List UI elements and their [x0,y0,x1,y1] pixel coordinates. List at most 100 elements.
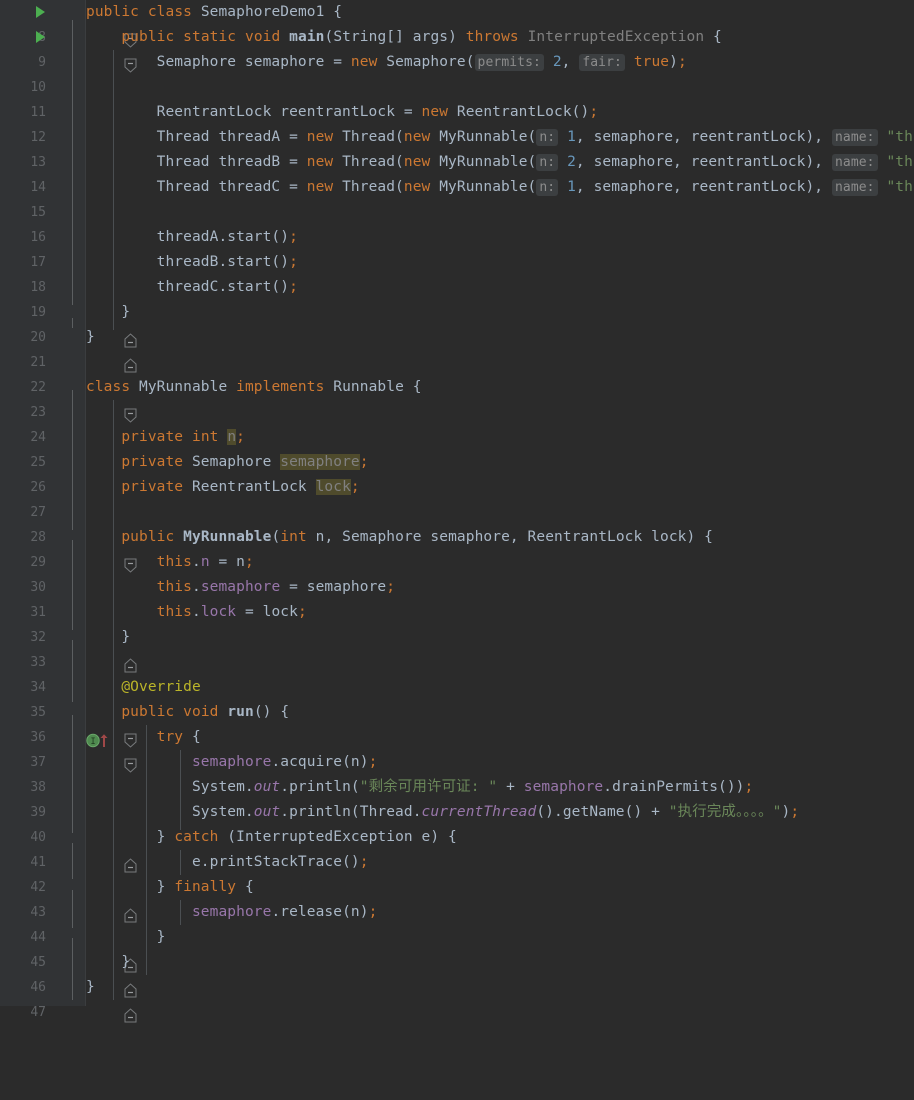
fold-connector-line [72,540,73,630]
code-line-row[interactable]: 15 Thread threadC = new Thread(new MyRun… [0,175,914,220]
inlay-hint-name: name: [831,154,878,171]
code-text[interactable] [86,75,914,100]
fold-connector-line [72,20,73,305]
code-text[interactable]: class MyRunnable implements Runnable { [86,375,914,400]
code-line-row[interactable]: 19 threadC.start(); [0,275,914,320]
code-text[interactable]: Thread threadA = new Thread(new MyRunnab… [86,125,914,150]
code-text[interactable]: } [86,925,914,950]
code-text[interactable]: this.semaphore = semaphore; [86,575,914,600]
code-text[interactable]: } finally { [86,875,914,900]
code-line-row[interactable]: 21 } [0,325,914,373]
code-line-row[interactable]: 47 } [0,975,914,1023]
highlighted-field-n[interactable]: n [227,429,237,445]
code-line-row[interactable]: 37 try { [0,725,914,773]
code-text[interactable]: ReentrantLock reentrantLock = new Reentr… [86,100,914,125]
code-line-row[interactable]: 33 } [0,625,914,673]
code-text[interactable]: try { [86,725,914,750]
code-text[interactable]: e.printStackTrace(); [86,850,914,875]
code-line-row[interactable]: 23 class MyRunnable implements Runnable … [0,375,914,423]
code-text[interactable]: } [86,950,914,975]
code-text[interactable]: semaphore.release(n); [86,900,914,925]
code-line-row[interactable]: 28 [0,500,914,545]
code-line-row[interactable]: 30 this.n = n; [0,550,914,595]
code-text[interactable]: System.out.println("剩余可用许可证: " + semapho… [86,775,914,800]
code-line-row[interactable]: 42 e.printStackTrace(); [0,850,914,895]
code-text[interactable]: private int n; [86,425,914,450]
code-line-row[interactable]: 35 @Override [0,675,914,720]
code-text[interactable]: } [86,975,914,1000]
code-text[interactable]: } [86,300,914,325]
code-editor[interactable]: 8 public class SemaphoreDemo1 { 9 public… [0,0,914,1023]
code-line-row[interactable]: 43 } finally { [0,875,914,923]
code-line-row[interactable]: 11 [0,75,914,120]
fold-connector-line [72,318,73,328]
code-text[interactable]: public MyRunnable(int n, Semaphore semap… [86,525,914,550]
code-line-row[interactable]: 16 [0,200,914,245]
code-text[interactable]: Thread threadB = new Thread(new MyRunnab… [86,150,914,175]
code-line-row[interactable]: 31 this.semaphore = semaphore; [0,575,914,620]
highlighted-field-lock[interactable]: lock [315,479,351,495]
code-text[interactable] [86,650,914,675]
code-line-row[interactable]: 29 public MyRunnable(int n, Semaphore se… [0,525,914,573]
code-text[interactable]: this.n = n; [86,550,914,575]
code-line-row[interactable]: 40 System.out.println(Thread.currentThre… [0,800,914,845]
indent-guide [113,50,114,330]
code-line-row[interactable]: 26 private Semaphore semaphore; [0,450,914,495]
code-text[interactable]: } catch (InterruptedException e) { [86,825,914,850]
code-line-row[interactable]: 41 } catch (InterruptedException e) { [0,825,914,873]
inlay-hint-n: n: [536,179,559,196]
code-line-row[interactable]: 9 public static void main(String[] args)… [0,25,914,73]
code-text[interactable]: Semaphore semaphore = new Semaphore(perm… [86,50,914,75]
code-line-row[interactable]: 46 } [0,950,914,998]
inlay-hint-n: n: [536,154,559,171]
code-text[interactable]: Thread threadC = new Thread(new MyRunnab… [86,175,914,200]
code-line-row[interactable]: 14 Thread threadB = new Thread(new MyRun… [0,150,914,195]
code-text[interactable]: threadC.start(); [86,275,914,300]
code-text[interactable]: @Override [86,675,914,700]
fold-connector-line [72,843,73,879]
code-text[interactable]: semaphore.acquire(n); [86,750,914,775]
code-line-row[interactable]: 24 [0,400,914,445]
code-line-row[interactable]: 39 System.out.println("剩余可用许可证: " + sema… [0,775,914,820]
indent-guide [180,850,181,875]
highlighted-field-semaphore[interactable]: semaphore [280,454,360,470]
implementing-method-icon[interactable]: I [28,705,108,748]
code-text[interactable] [86,200,914,225]
code-text[interactable]: } [86,325,914,350]
code-line-row[interactable]: 44 semaphore.release(n); [0,900,914,945]
code-line-row[interactable]: 32 this.lock = lock; [0,600,914,645]
code-line-row[interactable]: 18 threadB.start(); [0,250,914,295]
code-text[interactable]: public void run() { [86,700,914,725]
code-text[interactable]: public static void main(String[] args) t… [86,25,914,50]
code-line-row[interactable]: 22 [0,350,914,395]
code-line-row[interactable]: 27 private ReentrantLock lock; [0,475,914,520]
code-line-row[interactable]: 10 Semaphore semaphore = new Semaphore(p… [0,50,914,95]
code-text[interactable] [86,500,914,525]
code-text[interactable]: public class SemaphoreDemo1 { [86,0,914,25]
code-text[interactable] [86,350,914,375]
code-text[interactable]: threadB.start(); [86,250,914,275]
code-line-row[interactable]: 17 threadA.start(); [0,225,914,270]
fold-marker-expanded-top[interactable] [66,5,137,48]
fold-marker-expanded-bottom[interactable] [66,330,137,373]
indent-guide [146,725,147,975]
code-line-row[interactable]: 13 Thread threadA = new Thread(new MyRun… [0,125,914,170]
code-text[interactable]: this.lock = lock; [86,600,914,625]
code-line-row[interactable]: 8 public class SemaphoreDemo1 { [0,0,914,48]
code-line-row[interactable]: 34 [0,650,914,695]
code-line-row[interactable]: 38 semaphore.acquire(n); [0,750,914,795]
code-line-row[interactable]: 12 ReentrantLock reentrantLock = new Ree… [0,100,914,145]
code-line-row[interactable]: 36 I public void run() { [0,700,914,748]
code-text[interactable]: threadA.start(); [86,225,914,250]
code-line-row[interactable]: 45 } [0,925,914,973]
code-text[interactable]: System.out.println(Thread.currentThread(… [86,800,914,825]
inlay-hint-name: name: [831,179,878,196]
code-line-row[interactable]: 25 private int n; [0,425,914,470]
code-text[interactable] [86,400,914,425]
code-text[interactable]: private Semaphore semaphore; [86,450,914,475]
code-line-row[interactable]: 20 } [0,300,914,348]
code-text[interactable]: private ReentrantLock lock; [86,475,914,500]
run-method-icon[interactable] [36,31,45,43]
code-text[interactable]: } [86,625,914,650]
run-class-icon[interactable] [36,6,45,18]
